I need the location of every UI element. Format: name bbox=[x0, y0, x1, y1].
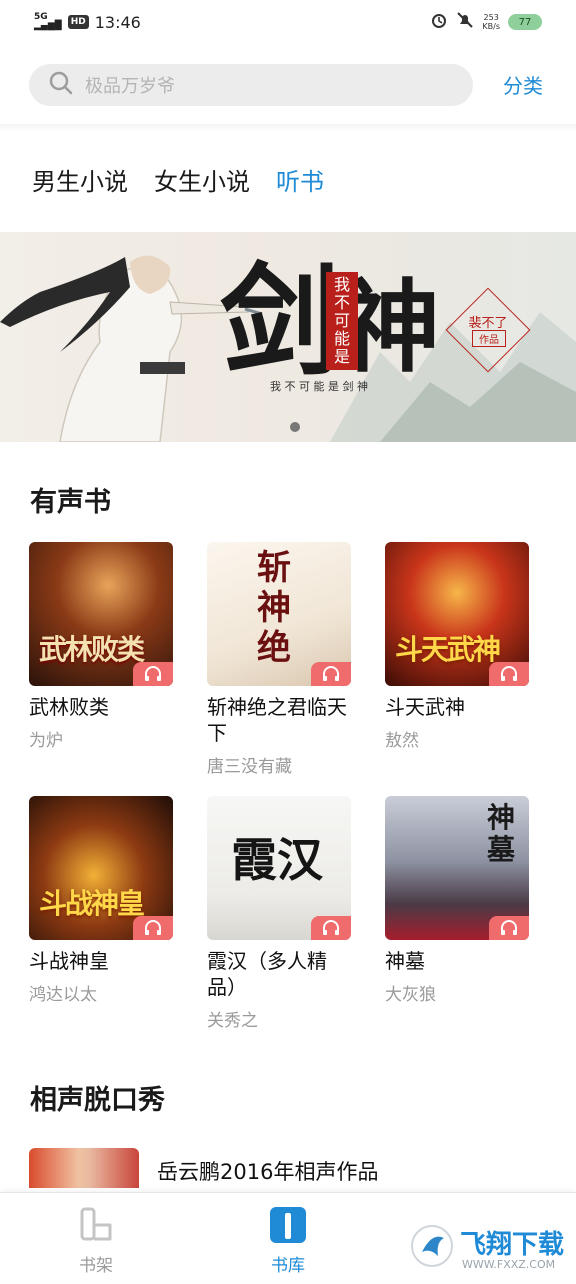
book-cover[interactable]: 霞汉 bbox=[207, 796, 351, 940]
headphones-icon bbox=[311, 916, 351, 940]
nav-library[interactable]: 书库 bbox=[248, 1205, 328, 1276]
cover-title-text: 武林败类 bbox=[39, 633, 145, 666]
cover-title-text: 斗战神皇 bbox=[39, 887, 145, 920]
cover-title-text: 斗天武神 bbox=[395, 633, 501, 666]
book-title: 神墓 bbox=[385, 949, 425, 973]
book-cover[interactable]: 斩神绝 bbox=[207, 542, 351, 686]
clock: 13:46 bbox=[94, 12, 141, 32]
book-author: 鸿达以太 bbox=[29, 985, 97, 1005]
book-author: 唐三没有藏 bbox=[207, 757, 292, 777]
banner-title-1: 剑 bbox=[220, 251, 340, 392]
nav-bookshelf-label: 书架 bbox=[79, 1256, 113, 1276]
nav-library-label: 书库 bbox=[271, 1256, 305, 1276]
network-indicator: 5G ▂▄▆█ bbox=[34, 12, 62, 31]
network-speed: 253 KB/s bbox=[482, 13, 500, 31]
watermark-url: WWW.FXXZ.COM bbox=[462, 1258, 556, 1271]
book-card[interactable]: 武林败类 武林败类 为炉 bbox=[29, 542, 175, 751]
tab-bar: 男生小说 女生小说 听书 bbox=[32, 162, 324, 197]
watermark: 飞翔下载 WWW.FXXZ.COM bbox=[410, 1212, 576, 1280]
library-icon bbox=[268, 1207, 308, 1249]
book-cover[interactable]: 斗战神皇 bbox=[29, 796, 173, 940]
cover-title-text: 霞汉 bbox=[231, 833, 323, 887]
book-card[interactable]: 斗天武神 斗天武神 敖然 bbox=[385, 542, 531, 751]
category-button[interactable]: 分类 bbox=[503, 70, 543, 99]
search-icon bbox=[49, 71, 73, 99]
book-author: 为炉 bbox=[29, 731, 63, 751]
alarm-icon bbox=[430, 11, 448, 33]
book-card[interactable]: 霞汉 霞汉（多人精品） 关秀之 bbox=[207, 796, 353, 1031]
headphones-icon bbox=[133, 916, 173, 940]
nav-bookshelf[interactable]: 书架 bbox=[56, 1205, 136, 1276]
tab-audiobooks[interactable]: 听书 bbox=[276, 162, 324, 197]
book-title: 斩神绝之君临天下 bbox=[207, 695, 347, 745]
book-card[interactable]: 斩神绝 斩神绝之君临天下 唐三没有藏 bbox=[207, 542, 353, 777]
book-cover[interactable]: 斗天武神 bbox=[385, 542, 529, 686]
banner-author-suffix: 作品 bbox=[472, 330, 506, 347]
mute-icon bbox=[456, 11, 474, 33]
book-cover[interactable]: 武林败类 bbox=[29, 542, 173, 686]
book-cover[interactable]: 神墓 bbox=[385, 796, 529, 940]
list-item[interactable]: 岳云鹏2016年相声作品 bbox=[29, 1148, 549, 1188]
hd-badge: HD bbox=[67, 15, 89, 29]
battery-indicator: 77 bbox=[508, 14, 542, 30]
book-card[interactable]: 神墓 神墓 大灰狼 bbox=[385, 796, 531, 1005]
banner-seal: 我不可能是 bbox=[326, 272, 358, 370]
headphones-icon bbox=[311, 662, 351, 686]
watermark-text: 飞翔下载 bbox=[460, 1230, 565, 1260]
cover-title-text: 斩神绝 bbox=[257, 548, 291, 668]
book-title: 霞汉（多人精品） bbox=[207, 949, 327, 999]
book-title: 斗天武神 bbox=[385, 695, 465, 719]
header-divider bbox=[0, 124, 576, 132]
tab-male-novels[interactable]: 男生小说 bbox=[32, 162, 128, 197]
headphones-icon bbox=[489, 662, 529, 686]
book-title: 斗战神皇 bbox=[29, 949, 109, 973]
book-title: 武林败类 bbox=[29, 695, 109, 719]
carousel-indicator bbox=[290, 422, 300, 432]
banner-author-name: 裴不了 bbox=[468, 316, 508, 331]
book-card[interactable]: 斗战神皇 斗战神皇 鸿达以太 bbox=[29, 796, 175, 1005]
audiobooks-section-title: 有声书 bbox=[30, 487, 111, 518]
headphones-icon bbox=[489, 916, 529, 940]
tab-female-novels[interactable]: 女生小说 bbox=[154, 162, 250, 197]
search-bar[interactable]: 极品万岁爷 bbox=[29, 64, 473, 106]
banner-subtitle: 我 不 可 能 是 剑 神 bbox=[270, 380, 368, 393]
search-input[interactable]: 极品万岁爷 bbox=[85, 72, 175, 98]
cover-title-text: 神墓 bbox=[487, 801, 516, 866]
headphones-icon bbox=[133, 662, 173, 686]
book-author: 敖然 bbox=[385, 731, 419, 751]
book-author: 大灰狼 bbox=[385, 985, 436, 1005]
status-bar: 5G ▂▄▆█ HD 13:46 253 KB/s 77 bbox=[0, 0, 576, 44]
list-item-title: 岳云鹏2016年相声作品 bbox=[157, 1160, 379, 1184]
bookshelf-icon bbox=[76, 1207, 116, 1249]
book-author: 关秀之 bbox=[207, 1011, 258, 1031]
promo-banner[interactable]: 剑 神 我不可能是 我 不 可 能 是 剑 神 裴不了 作品 bbox=[0, 232, 576, 442]
list-item-cover[interactable] bbox=[29, 1148, 139, 1188]
crosstalk-section-title: 相声脱口秀 bbox=[30, 1085, 165, 1116]
